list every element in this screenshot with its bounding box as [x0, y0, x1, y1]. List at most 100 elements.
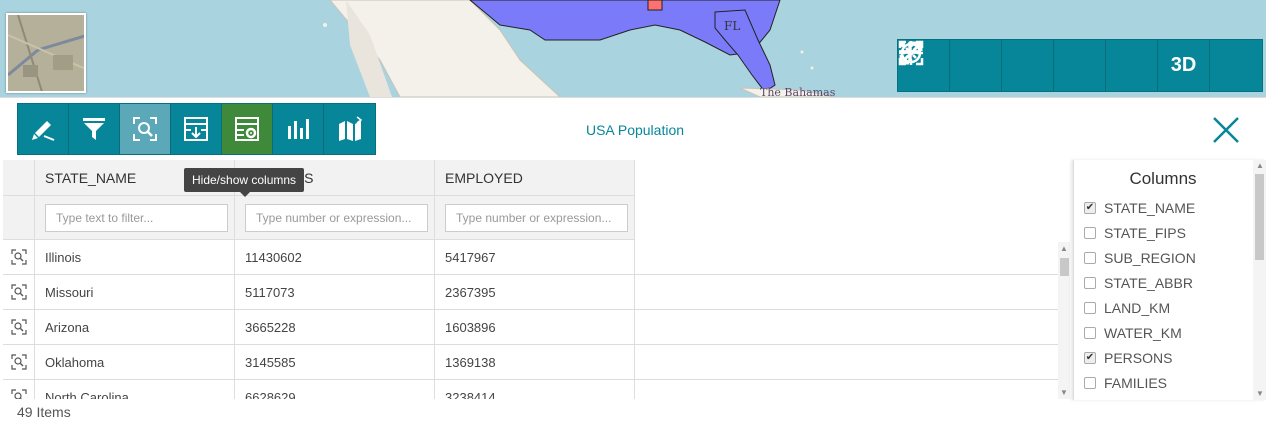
zoom-to-row-button[interactable] [3, 240, 35, 274]
scroll-up-icon[interactable]: ▲ [1256, 161, 1264, 170]
table-filter-row: Type text to filter... Type number or ex… [3, 196, 635, 240]
table-row[interactable]: North Carolina 6628629 3238414 [3, 380, 1070, 399]
filter-input-persons[interactable]: Type number or expression... [245, 203, 428, 232]
fullscreen-button[interactable] [899, 40, 1158, 91]
zoom-to-feature-icon [10, 354, 27, 370]
table-scrollbar[interactable]: ▲ ▼ [1058, 242, 1070, 399]
checkbox-checked[interactable]: ✔ [1084, 202, 1096, 214]
checkbox-unchecked[interactable] [1084, 377, 1096, 389]
column-toggle-label: WATER_KM [1104, 325, 1182, 341]
cell-state-name: Missouri [35, 275, 235, 309]
cell-employed: 5417967 [435, 240, 635, 274]
map-label-fl: FL [724, 19, 741, 33]
zoom-in-button[interactable] [900, 40, 1002, 91]
more-options-button[interactable] [899, 40, 1262, 91]
app-root: FL The Bahamas 3D Hide/show columns USA … [0, 0, 1266, 433]
download-grid-button[interactable] [171, 104, 222, 154]
checkbox-unchecked[interactable] [1084, 302, 1096, 314]
checkbox-unchecked[interactable] [1084, 327, 1096, 339]
table-body: Illinois 11430602 5417967 Missouri 51170… [3, 240, 1070, 399]
zoom-to-row-button[interactable] [3, 380, 35, 399]
filter-input-employed[interactable]: Type number or expression... [445, 203, 628, 232]
toggle-3d-button[interactable]: 3D [1158, 40, 1210, 91]
map-sync-icon [338, 116, 362, 141]
column-toggle-state-name[interactable]: ✔ STATE_NAME [1084, 198, 1195, 218]
checkbox-unchecked[interactable] [1084, 252, 1096, 264]
zoom-to-row-button[interactable] [3, 275, 35, 309]
cell-state-name: Illinois [35, 240, 235, 274]
cell-employed: 1369138 [435, 345, 635, 379]
map-view[interactable]: FL The Bahamas 3D [0, 0, 1266, 97]
zoom-to-row-button[interactable] [3, 310, 35, 344]
column-toggle-label: PERSONS [1104, 350, 1173, 366]
map-label-bahamas: The Bahamas [760, 86, 836, 97]
column-toggle-families[interactable]: FAMILIES [1084, 373, 1167, 393]
cell-employed: 2367395 [435, 275, 635, 309]
close-icon [1213, 117, 1239, 143]
cell-state-name: Arizona [35, 310, 235, 344]
header-select-cell [3, 160, 35, 195]
columns-panel-title: Columns [1129, 169, 1197, 188]
cell-persons: 5117073 [235, 275, 435, 309]
table-row[interactable]: Illinois 11430602 5417967 [3, 240, 1070, 275]
column-toggle-label: FAMILIES [1104, 375, 1168, 391]
zoom-out-button[interactable] [899, 40, 1054, 91]
more-icon [899, 41, 923, 47]
filter-spacer-cell [3, 196, 35, 239]
column-toggle-state-fips[interactable]: STATE_FIPS [1084, 223, 1186, 243]
column-toggle-label: STATE_NAME [1104, 200, 1196, 216]
cell-persons: 3145585 [235, 345, 435, 379]
map-toolbar: 3D [897, 39, 1263, 92]
sync-map-button[interactable] [324, 104, 375, 154]
checkbox-unchecked[interactable] [1084, 277, 1096, 289]
layer-title: USA Population [585, 122, 685, 138]
table-row[interactable]: Arizona 3665228 1603896 [3, 310, 1070, 345]
zoom-to-max-extent-button[interactable] [898, 40, 1106, 91]
columns-panel-scrollbar[interactable]: ▲ ▼ [1253, 160, 1266, 400]
checkbox-checked[interactable]: ✔ [1084, 352, 1096, 364]
table-row[interactable]: Missouri 5117073 2367395 [3, 275, 1070, 310]
columns-scrollbar-thumb[interactable] [1255, 174, 1264, 260]
edit-mode-button[interactable] [18, 104, 69, 154]
table-scrollbar-thumb[interactable] [1060, 258, 1069, 276]
download-table-icon [184, 117, 208, 141]
scroll-down-icon[interactable]: ▼ [1256, 389, 1264, 398]
cell-persons: 6628629 [235, 380, 435, 399]
feature-grid-panel: Hide/show columns USA Population STATE_N… [0, 97, 1266, 433]
column-toggle-label: LAND_KM [1104, 300, 1171, 316]
column-toggle-persons[interactable]: ✔ PERSONS [1084, 348, 1172, 368]
hide-show-columns-button[interactable] [222, 104, 273, 154]
zoom-to-feature-icon [10, 319, 27, 335]
checkbox-unchecked[interactable] [1084, 227, 1096, 239]
table-row[interactable]: Oklahoma 3145585 1369138 [3, 345, 1070, 380]
charts-button[interactable] [273, 104, 324, 154]
column-header-employed[interactable]: EMPLOYED [435, 160, 635, 195]
scroll-up-icon[interactable]: ▲ [1060, 244, 1068, 253]
filter-input-state-name[interactable]: Type text to filter... [45, 203, 228, 232]
table-header-row: STATE_NAME PERSONS EMPLOYED [3, 160, 635, 196]
filter-button[interactable] [69, 104, 120, 154]
filter-cell-employed: Type number or expression... [435, 196, 635, 239]
column-toggle-label: STATE_FIPS [1104, 225, 1186, 241]
zoom-to-feature-icon [10, 389, 27, 399]
zoom-to-feature-icon [10, 249, 27, 265]
cell-persons: 11430602 [235, 240, 435, 274]
column-toggle-land-km[interactable]: LAND_KM [1084, 298, 1170, 318]
pencil-icon [32, 121, 55, 141]
hide-show-columns-tooltip: Hide/show columns [184, 168, 305, 197]
close-panel-button[interactable] [1208, 112, 1244, 148]
cell-employed: 1603896 [435, 310, 635, 344]
column-toggle-sub-region[interactable]: SUB_REGION [1084, 248, 1196, 268]
filter-icon [83, 118, 105, 140]
filter-cell-state-name: Type text to filter... [35, 196, 235, 239]
cell-state-name: Oklahoma [35, 345, 235, 379]
column-toggle-state-abbr[interactable]: STATE_ABBR [1084, 273, 1193, 293]
column-toggle-water-km[interactable]: WATER_KM [1084, 323, 1182, 343]
zoom-to-row-button[interactable] [3, 345, 35, 379]
table-settings-icon [235, 117, 259, 141]
background-selector-thumbnail[interactable] [6, 13, 86, 93]
3d-icon: 3D [1170, 54, 1197, 76]
zoom-to-features-button[interactable] [120, 104, 171, 154]
zoom-to-feature-icon [133, 117, 157, 141]
scroll-down-icon[interactable]: ▼ [1060, 388, 1068, 397]
